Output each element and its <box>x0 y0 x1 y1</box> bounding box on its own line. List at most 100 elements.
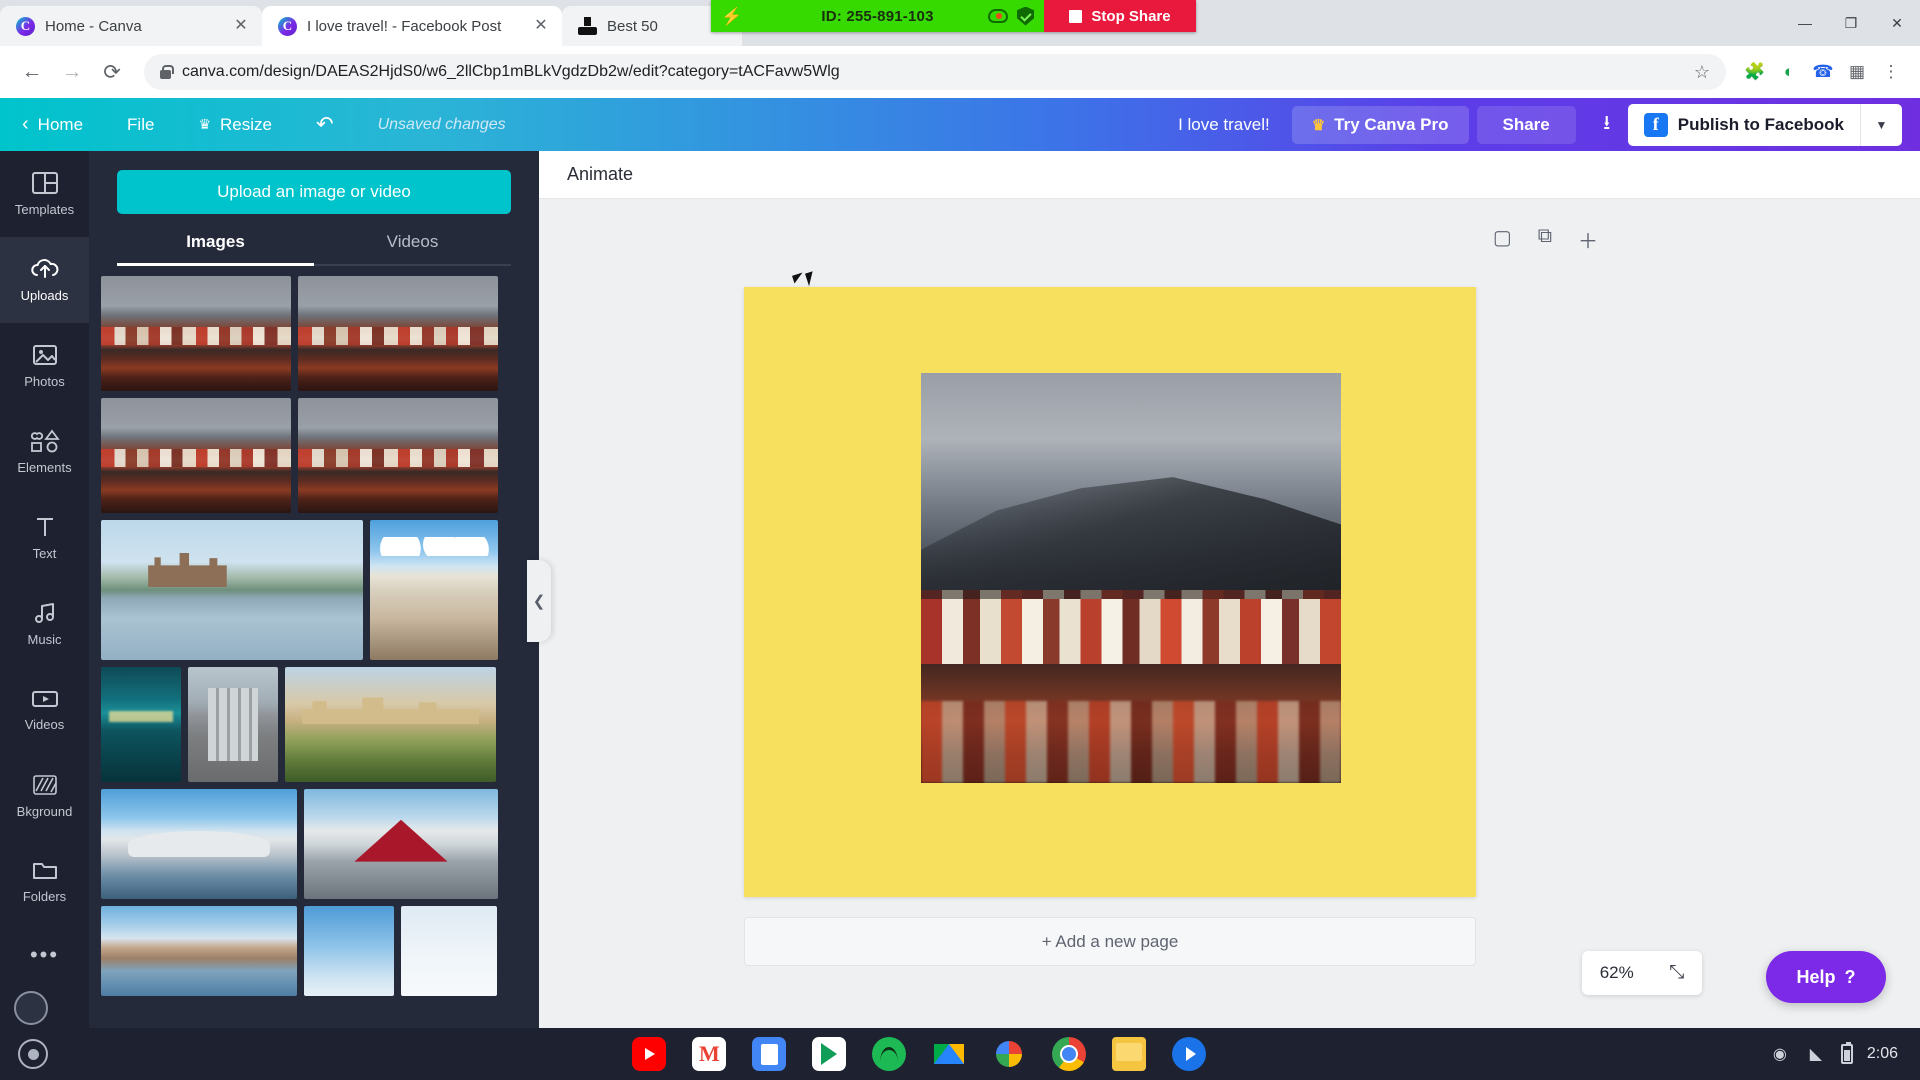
chrome-icon[interactable] <box>1052 1037 1087 1071</box>
undo-icon: ↶ <box>315 113 334 136</box>
wifi-icon[interactable]: ◣ <box>1805 1043 1827 1065</box>
maximize-button[interactable]: ❐ <box>1828 0 1874 46</box>
accessibility-icon[interactable]: ◉ <box>1769 1043 1791 1065</box>
page-tools: ▢ ⧉ ＋ <box>1493 225 1598 254</box>
sidebar-item-music[interactable]: Music <box>0 581 89 667</box>
share-info-strip: ⚡ ID: 255-891-103 <box>711 0 1044 32</box>
back-button[interactable]: ← <box>14 54 50 90</box>
spotify-icon[interactable] <box>872 1037 907 1071</box>
thumbnail-image <box>304 789 498 899</box>
sidebar-item-photos[interactable]: Photos <box>0 323 89 409</box>
publish-main[interactable]: f Publish to Facebook <box>1628 104 1860 146</box>
thumbnail-image <box>298 276 498 391</box>
design-canvas[interactable] <box>744 287 1476 897</box>
file-menu-button[interactable]: File <box>105 98 176 151</box>
sidebar-item-bkground[interactable]: Bkground <box>0 753 89 839</box>
duplicate-page-icon[interactable]: ⧉ <box>1538 225 1552 254</box>
bookmark-star-icon[interactable]: ☆ <box>1694 62 1710 83</box>
list-item[interactable] <box>285 667 496 782</box>
phone-icon[interactable]: ☎ <box>1808 57 1838 87</box>
upload-image-or-video-button[interactable]: Upload an image or video <box>117 170 511 214</box>
puzzle-icon[interactable]: 🧩 <box>1740 57 1770 87</box>
sidebar-item-videos[interactable]: Videos <box>0 667 89 753</box>
list-item[interactable] <box>401 906 497 996</box>
avatar[interactable] <box>14 991 48 1025</box>
stop-share-button[interactable]: Stop Share <box>1044 0 1196 32</box>
list-item[interactable] <box>370 520 498 660</box>
list-item[interactable] <box>298 398 498 513</box>
tab-close-icon[interactable]: ✕ <box>232 18 250 34</box>
list-item[interactable] <box>101 906 297 996</box>
shield-check-icon[interactable] <box>1017 6 1034 26</box>
text-icon <box>36 518 53 536</box>
close-window-button[interactable]: ✕ <box>1874 0 1920 46</box>
publish-to-facebook-button[interactable]: f Publish to Facebook ▼ <box>1627 103 1902 146</box>
zoom-control[interactable]: 62% ⤡ <box>1582 951 1702 995</box>
files-icon[interactable] <box>1112 1037 1147 1071</box>
animate-button[interactable]: Animate <box>567 164 633 185</box>
play-store-icon[interactable] <box>812 1037 847 1071</box>
list-item[interactable] <box>188 667 278 782</box>
save-status: Unsaved changes <box>356 98 528 151</box>
browser-tab-1[interactable]: C I love travel! - Facebook Post ✕ <box>262 6 562 46</box>
google-drive-icon[interactable] <box>932 1037 966 1071</box>
launcher-icon[interactable] <box>18 1039 48 1069</box>
list-item[interactable] <box>298 276 498 391</box>
lock-icon <box>160 65 174 79</box>
sidebar-item-elements[interactable]: Elements <box>0 409 89 495</box>
collapse-panel-button[interactable]: ❮ <box>527 560 551 642</box>
expand-icon[interactable]: ⤡ <box>1669 962 1684 984</box>
sidebar-item-text[interactable]: Text <box>0 495 89 581</box>
menu-icon[interactable]: ⋮ <box>1876 57 1906 87</box>
browser-tab-0[interactable]: C Home - Canva ✕ <box>0 6 262 46</box>
forward-button[interactable]: → <box>54 54 90 90</box>
sidebar-more-button[interactable]: ••• <box>0 925 89 985</box>
sidebar-item-uploads[interactable]: Uploads <box>0 237 89 323</box>
download-icon[interactable]: ⭳ <box>1586 106 1628 144</box>
clock[interactable]: 2:06 <box>1867 1045 1898 1063</box>
share-button[interactable]: Share <box>1476 105 1576 144</box>
sidebar-item-label: Elements <box>17 460 72 475</box>
list-item[interactable] <box>101 789 297 899</box>
sidebar-item-templates[interactable]: Templates <box>0 151 89 237</box>
list-item[interactable] <box>304 789 498 899</box>
os-taskbar: ◉ ◣ 2:06 <box>0 1028 1920 1080</box>
help-button[interactable]: Help ? <box>1766 951 1886 1003</box>
try-canva-pro-button[interactable]: ♛ Try Canva Pro <box>1291 105 1469 144</box>
browser-toolbar: ← → ⟳ canva.com/design/DAEAS2HjdS0/w6_2l… <box>0 46 1920 98</box>
canvas-photo-element[interactable] <box>921 373 1341 783</box>
publish-dropdown-caret-icon[interactable]: ▼ <box>1860 103 1902 146</box>
add-page-icon[interactable]: ＋ <box>1578 225 1598 254</box>
tab-videos[interactable]: Videos <box>314 232 511 266</box>
list-item[interactable] <box>101 398 291 513</box>
list-item[interactable] <box>304 906 394 996</box>
sidebar-item-label: Music <box>27 632 62 647</box>
battery-icon[interactable] <box>1840 1042 1853 1064</box>
sidebar-item-folders[interactable]: Folders <box>0 839 89 925</box>
list-item[interactable] <box>101 276 291 391</box>
meet-icon[interactable] <box>1172 1037 1207 1071</box>
youtube-icon[interactable] <box>632 1037 667 1071</box>
home-button[interactable]: ‹ Home <box>0 98 105 151</box>
tab-close-icon[interactable]: ✕ <box>532 18 550 34</box>
add-a-new-page-button[interactable]: + Add a new page <box>744 917 1476 966</box>
shield-icon[interactable]: ◐ <box>1774 57 1804 87</box>
tab-images[interactable]: Images <box>117 232 314 266</box>
gmail-icon[interactable] <box>692 1037 727 1071</box>
resize-button[interactable]: ♛ Resize <box>176 98 294 151</box>
list-item[interactable] <box>101 520 363 660</box>
address-bar[interactable]: canva.com/design/DAEAS2HjdS0/w6_2llCbp1m… <box>144 54 1726 90</box>
canva-icon: C <box>16 16 35 36</box>
add-note-icon[interactable]: ▢ <box>1493 225 1512 254</box>
design-title[interactable]: I love travel! <box>1156 115 1292 135</box>
reload-button[interactable]: ⟳ <box>94 54 130 90</box>
docs-icon[interactable] <box>752 1037 787 1071</box>
minimize-button[interactable]: — <box>1782 0 1828 46</box>
home-label: Home <box>37 114 84 134</box>
google-photos-icon[interactable] <box>992 1037 1026 1071</box>
cloud-icon[interactable] <box>988 9 1008 23</box>
taskbar-status: ◉ ◣ 2:06 <box>1769 1042 1920 1065</box>
undo-button[interactable]: ↶ <box>294 98 356 151</box>
grid-icon[interactable]: ▦ <box>1842 57 1872 87</box>
list-item[interactable] <box>101 667 181 782</box>
